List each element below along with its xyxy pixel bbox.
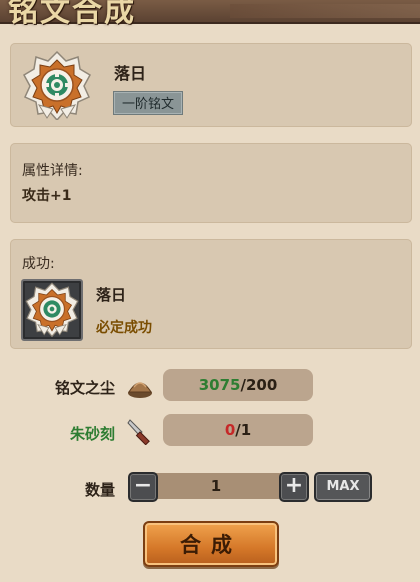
inscription-badge-icon	[22, 50, 92, 120]
quantity-label: 数量	[84, 481, 115, 499]
success-label: 成功:	[22, 256, 55, 272]
attributes-label: 属性详情:	[22, 163, 83, 179]
carving-knife-icon	[127, 419, 150, 445]
material-label-dust: 铭文之尘	[54, 379, 115, 397]
item-name: 落日	[114, 64, 147, 83]
inscription-badge-icon	[25, 282, 79, 338]
result-item-slot[interactable]	[21, 279, 83, 341]
material-count-carving: 0 / 1	[163, 414, 313, 446]
item-tier-badge: 一阶铭文	[113, 91, 184, 115]
required-count: 1	[240, 421, 252, 439]
quantity-increase-button[interactable]: +	[279, 472, 309, 502]
material-label-carving: 朱砂刻	[69, 425, 115, 443]
quantity-decrease-button[interactable]: −	[128, 472, 158, 502]
page-title: 铭文合成	[8, 0, 136, 29]
dust-pile-icon	[128, 382, 152, 398]
attributes-panel	[10, 143, 412, 223]
attribute-value: 攻击+1	[22, 188, 72, 204]
title-ribbon	[230, 4, 420, 18]
result-item-name: 落日	[96, 286, 127, 304]
material-count-dust: 3075 / 200	[163, 369, 313, 401]
combine-button[interactable]: 合成	[143, 521, 279, 567]
success-rate-text: 必定成功	[96, 320, 152, 336]
owned-count: 0	[224, 421, 236, 439]
required-count: 200	[245, 376, 278, 394]
quantity-max-button[interactable]: MAX	[314, 472, 372, 502]
quantity-value: 1	[150, 473, 282, 499]
owned-count: 3075	[198, 376, 241, 394]
